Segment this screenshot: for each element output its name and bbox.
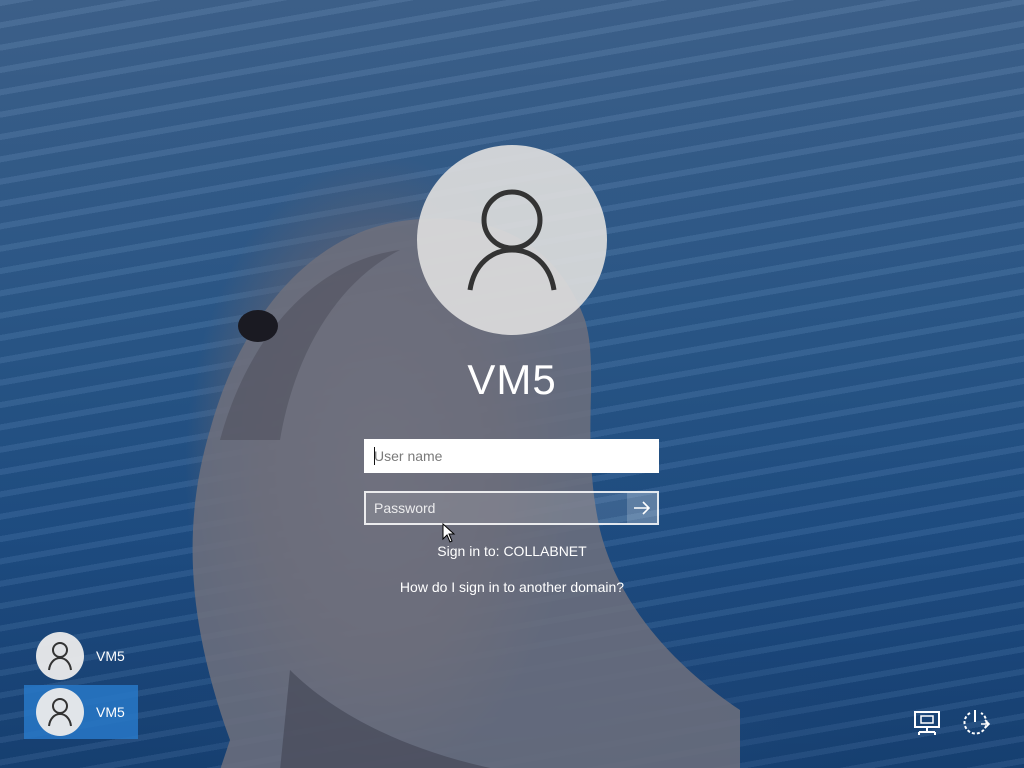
network-icon xyxy=(914,711,940,735)
power-button[interactable] xyxy=(958,706,992,740)
user-icon xyxy=(48,642,72,671)
user-icon xyxy=(48,698,72,727)
mouse-pointer-icon xyxy=(442,523,456,543)
user-avatar-large xyxy=(417,145,607,335)
submit-button[interactable] xyxy=(627,493,657,523)
password-input[interactable] xyxy=(364,491,659,525)
user-tile-avatar xyxy=(36,688,84,736)
arrow-right-icon xyxy=(634,501,651,515)
user-tile-name: VM5 xyxy=(96,648,125,664)
account-name: VM5 xyxy=(467,356,557,403)
user-icon xyxy=(467,189,557,291)
user-tile-name: VM5 xyxy=(96,704,125,720)
lock-screen: VM5 Sign in to: COLLABNET How do I sign … xyxy=(0,0,1024,768)
password-row xyxy=(364,491,659,525)
text-caret xyxy=(374,447,375,465)
power-icon xyxy=(963,710,991,735)
sign-in-domain-text: Sign in to: COLLABNET xyxy=(437,543,587,559)
username-input[interactable] xyxy=(364,439,659,473)
user-tile[interactable]: VM5 xyxy=(24,629,138,683)
user-tile-selected[interactable]: VM5 xyxy=(24,685,138,739)
user-tile-avatar xyxy=(36,632,84,680)
other-domain-link[interactable]: How do I sign in to another domain? xyxy=(0,579,1024,595)
network-button[interactable] xyxy=(910,706,944,740)
